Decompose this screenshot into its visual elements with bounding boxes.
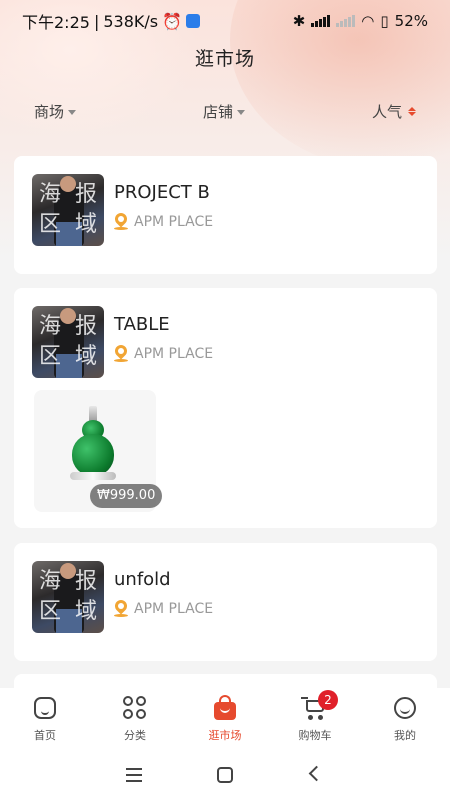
filter-bar: 商场 店铺 人气: [0, 96, 450, 126]
status-bar: 下午2:25 | 538K/s ⏰ ✱ ◠ ▯ 52%: [0, 0, 450, 42]
filter-popularity[interactable]: 人气: [372, 101, 416, 122]
store-card[interactable]: 海报 区域 PROJECT B APM PLACE: [14, 156, 437, 274]
tab-home-label: 首页: [34, 729, 56, 742]
cart-count-badge: 2: [318, 690, 338, 710]
store-card[interactable]: 海报 区域 unfold APM PLACE: [14, 543, 437, 661]
poster-placeholder-text: 海报 区域: [38, 569, 97, 624]
poster-placeholder-text: 海报 区域: [38, 314, 97, 369]
home-icon: [31, 694, 59, 722]
store-location: APM PLACE: [112, 597, 214, 618]
location-pin-icon: [112, 342, 130, 363]
store-card[interactable]: 海报 区域 TABLE APM PLACE ₩999.00: [14, 288, 437, 528]
chevron-down-icon: [68, 109, 77, 115]
chevron-down-icon: [237, 109, 245, 115]
back-icon[interactable]: [303, 763, 327, 787]
store-poster-image: 海报 区域: [32, 306, 104, 378]
status-left: 下午2:25 | 538K/s ⏰: [22, 9, 201, 33]
product-image: [72, 434, 114, 476]
location-pin-icon: [112, 210, 130, 231]
store-poster-image: 海报 区域: [32, 561, 104, 633]
filter-mall[interactable]: 商场: [34, 101, 77, 122]
shopping-bag-icon: [211, 694, 239, 722]
store-location-text: APM PLACE: [134, 601, 214, 617]
bluetooth-icon: ✱: [292, 12, 306, 30]
store-row: 海报 区域 TABLE APM PLACE: [32, 306, 213, 378]
profile-icon: [391, 694, 419, 722]
store-location: APM PLACE: [112, 342, 214, 363]
filter-mall-label: 商场: [34, 102, 65, 121]
category-icon: [121, 694, 149, 722]
product-price: ₩999.00: [90, 484, 163, 508]
filter-store[interactable]: 店铺: [203, 101, 245, 122]
store-name: PROJECT B: [114, 182, 210, 203]
poster-placeholder-text: 海报 区域: [38, 182, 97, 237]
store-name: unfold: [114, 569, 171, 590]
store-info: PROJECT B APM PLACE: [112, 174, 214, 231]
network-speed: 538K/s: [103, 11, 159, 31]
home-square-icon[interactable]: [213, 763, 237, 787]
signal-2-icon: [336, 15, 356, 27]
store-location: APM PLACE: [112, 210, 214, 231]
tab-profile[interactable]: 我的: [370, 694, 440, 743]
store-info: unfold APM PLACE: [112, 561, 214, 618]
store-poster-image: 海报 区域: [32, 174, 104, 246]
store-row: 海报 区域 PROJECT B APM PLACE: [32, 174, 213, 246]
battery-icon: ▯: [380, 12, 389, 30]
tab-home[interactable]: 首页: [10, 694, 80, 743]
store-name: TABLE: [114, 314, 170, 335]
tab-cart-label: 购物车: [298, 729, 332, 742]
filter-store-label: 店铺: [202, 102, 233, 121]
tab-market-label: 逛市场: [208, 729, 242, 742]
page-title: 逛市场: [194, 48, 255, 70]
status-right: ✱ ◠ ▯ 52%: [293, 12, 428, 30]
tab-cart[interactable]: 2 购物车: [280, 690, 350, 743]
menu-icon[interactable]: [123, 763, 147, 787]
wifi-icon: ◠: [361, 12, 375, 30]
sort-icon: [407, 106, 416, 116]
store-location-text: APM PLACE: [134, 346, 214, 362]
tab-category[interactable]: 分类: [100, 694, 170, 743]
system-nav-bar: [0, 750, 450, 800]
battery-level: 52%: [394, 12, 428, 30]
bottom-tab-bar: 首页 分类 逛市场 2 购物车 我的: [0, 688, 450, 750]
status-time: 下午2:25: [22, 13, 90, 32]
store-row: 海报 区域 unfold APM PLACE: [32, 561, 213, 633]
tab-profile-label: 我的: [394, 729, 416, 742]
app-notification-icon: [186, 14, 201, 28]
alarm-icon: ⏰: [162, 11, 183, 31]
tab-category-label: 分类: [124, 729, 146, 742]
signal-icon: [311, 15, 331, 27]
filter-popularity-label: 人气: [371, 102, 402, 121]
location-pin-icon: [112, 597, 130, 618]
store-location-text: APM PLACE: [134, 214, 214, 230]
store-info: TABLE APM PLACE: [112, 306, 214, 363]
tab-market[interactable]: 逛市场: [190, 694, 260, 743]
